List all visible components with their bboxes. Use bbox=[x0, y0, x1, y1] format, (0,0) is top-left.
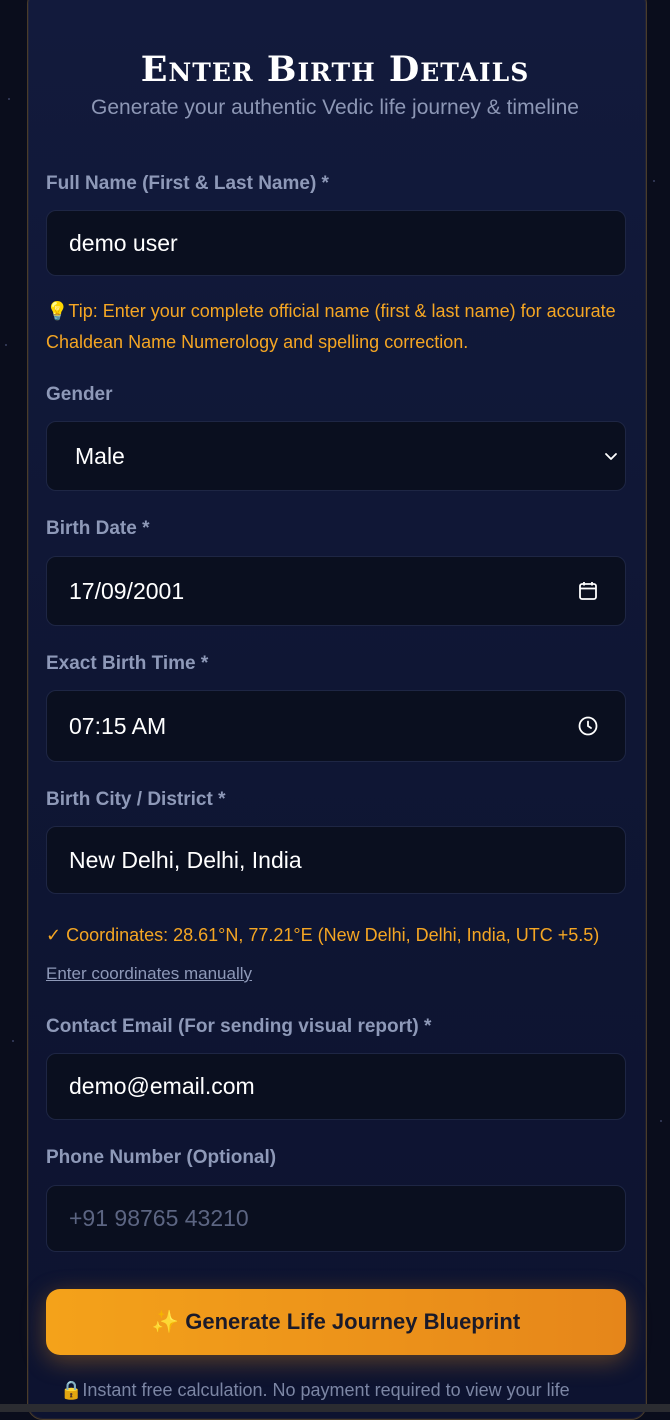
email-label: Contact Email (For sending visual report… bbox=[46, 1016, 432, 1037]
birth-time-label: Exact Birth Time * bbox=[46, 653, 209, 674]
email-input[interactable]: demo@email.com bbox=[46, 1053, 626, 1120]
gender-label: Gender bbox=[46, 384, 113, 405]
birth-time-input[interactable]: 07:15 AM bbox=[46, 690, 626, 762]
gender-selected-value: Male bbox=[75, 442, 125, 469]
phone-placeholder: +91 98765 43210 bbox=[69, 1205, 249, 1231]
phone-label: Phone Number (Optional) bbox=[46, 1147, 277, 1168]
free-calculation-note: 🔒Instant free calculation. No payment re… bbox=[60, 1380, 570, 1400]
page-subtitle: Generate your authentic Vedic life journ… bbox=[91, 96, 579, 119]
page-title: Enter Birth Details bbox=[140, 49, 530, 91]
chevron-down-icon bbox=[605, 453, 617, 460]
generate-blueprint-button[interactable]: ✨ Generate Life Journey Blueprint bbox=[46, 1289, 626, 1355]
birth-city-input[interactable]: New Delhi, Delhi, India bbox=[46, 826, 626, 894]
birth-time-value: 07:15 AM bbox=[69, 712, 167, 739]
clock-icon[interactable] bbox=[577, 715, 599, 737]
generate-blueprint-label: Generate Life Journey Blueprint bbox=[185, 1309, 521, 1334]
sparkles-icon: ✨ bbox=[151, 1309, 180, 1334]
birth-date-input[interactable]: 17/09/2001 bbox=[46, 556, 626, 626]
coordinates-status: ✓ Coordinates: 28.61°N, 77.21°E (New Del… bbox=[46, 925, 600, 945]
birth-city-value: New Delhi, Delhi, India bbox=[69, 846, 302, 873]
birth-date-value: 17/09/2001 bbox=[69, 577, 185, 604]
birth-date-label: Birth Date * bbox=[46, 518, 150, 539]
email-value: demo@email.com bbox=[69, 1073, 255, 1099]
bottom-scroll-edge bbox=[0, 1404, 670, 1412]
full-name-value: demo user bbox=[69, 229, 178, 256]
full-name-label: Full Name (First & Last Name) * bbox=[46, 173, 329, 194]
birth-city-label: Birth City / District * bbox=[46, 789, 226, 810]
phone-input[interactable]: +91 98765 43210 bbox=[46, 1185, 626, 1252]
full-name-input[interactable]: demo user bbox=[46, 210, 626, 276]
enter-coordinates-manually-link[interactable]: Enter coordinates manually bbox=[46, 964, 252, 984]
name-tip: 💡Tip: Enter your complete official name … bbox=[46, 301, 616, 352]
gender-select[interactable]: Male bbox=[46, 421, 626, 491]
calendar-icon[interactable] bbox=[577, 580, 599, 602]
